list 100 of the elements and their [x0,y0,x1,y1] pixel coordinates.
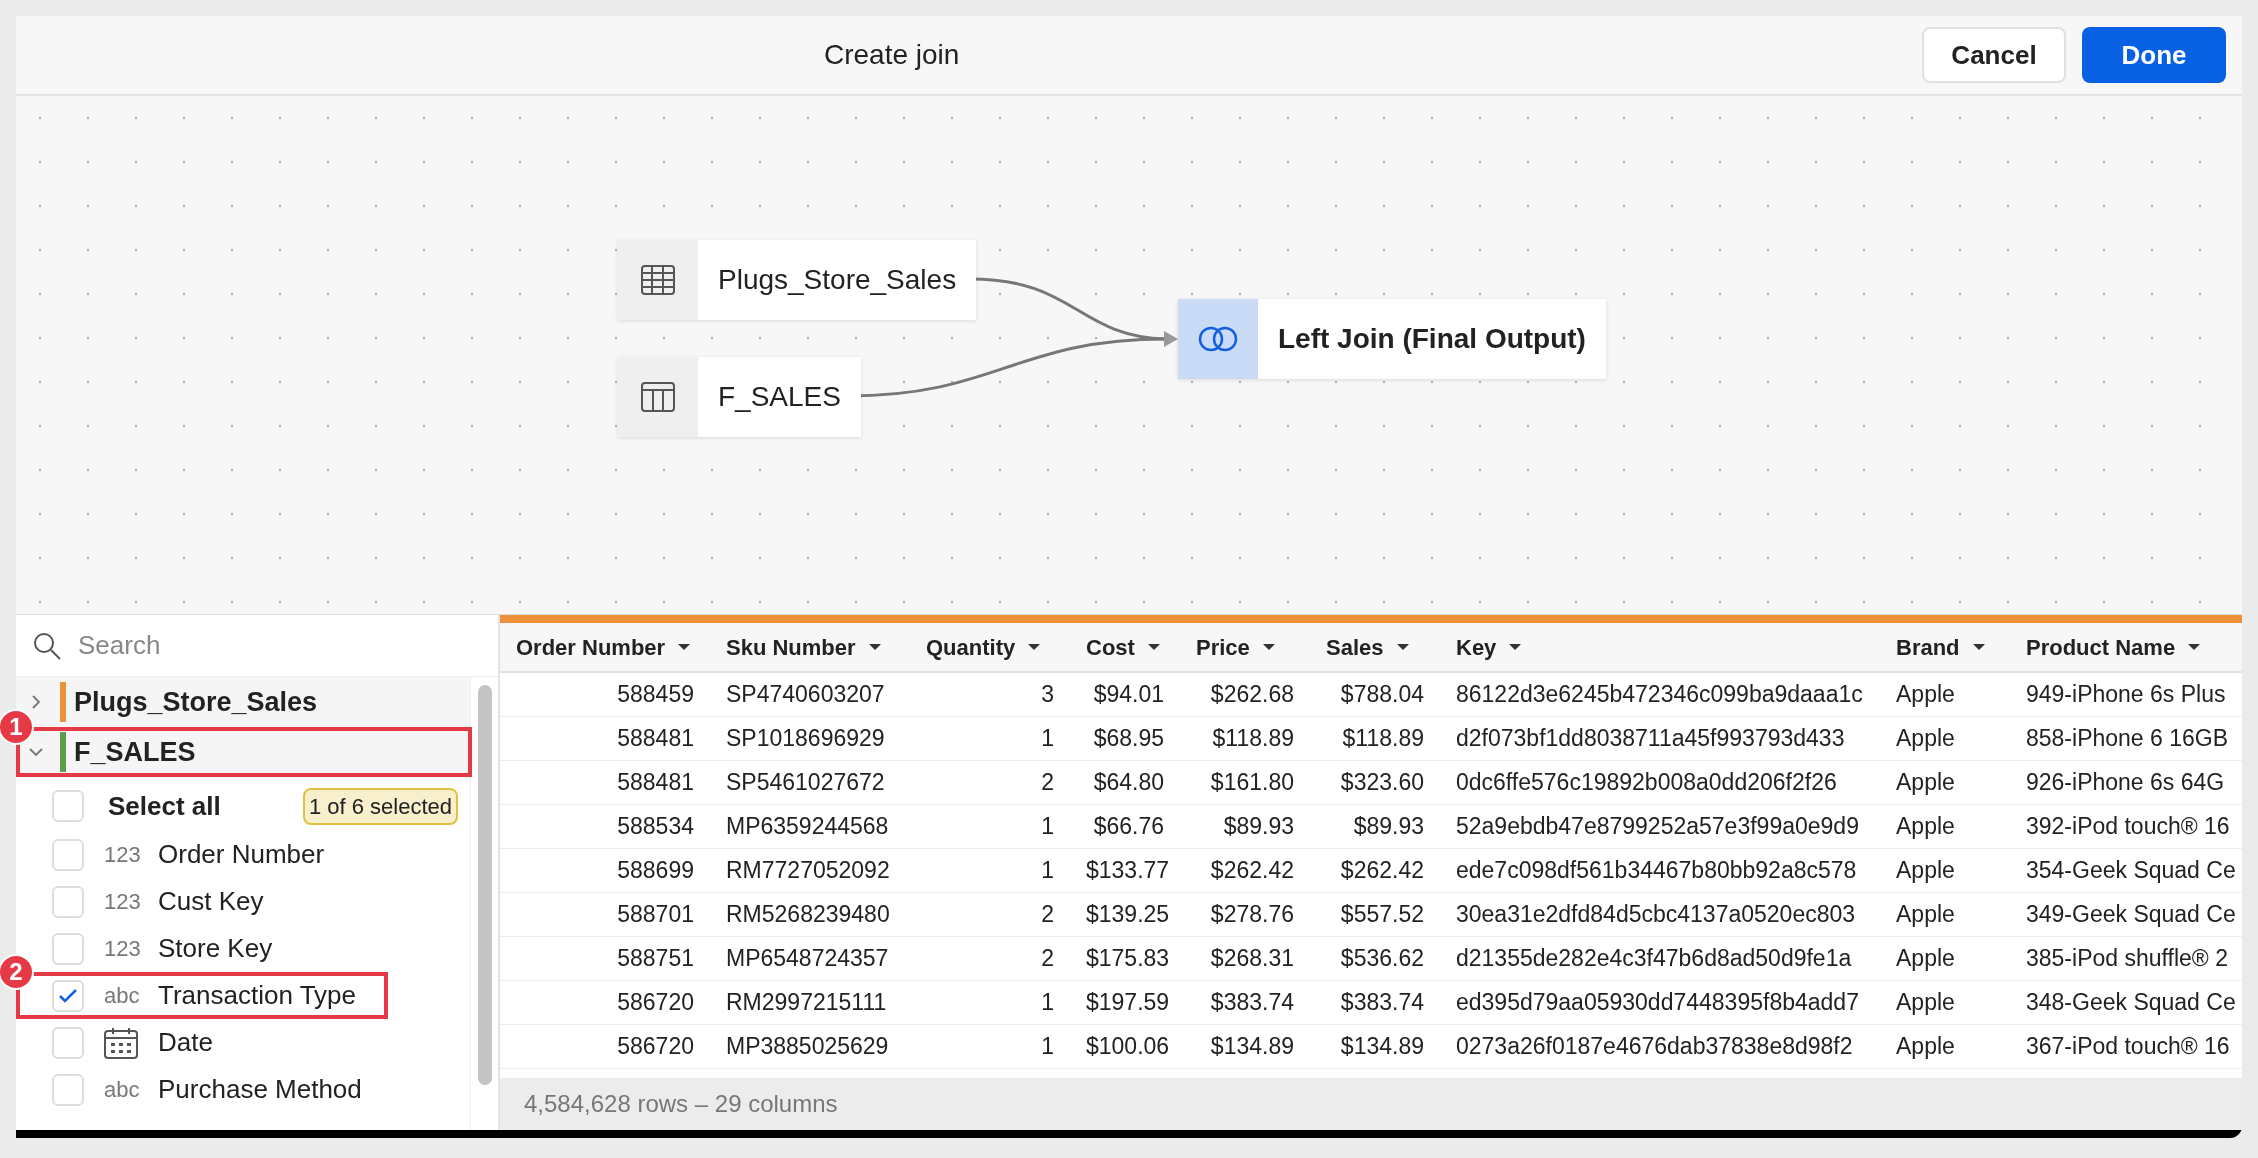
table-cell-text: 367-iPod touch® 16 [2025,1032,2231,1062]
table-cell-text: 2 [1040,900,1055,930]
sort-caret-icon[interactable] [2187,643,2202,651]
column-header[interactable]: Sales [1310,630,1440,664]
source-name: F_SALES [74,735,196,769]
checkbox[interactable] [52,838,84,871]
cancel-button[interactable]: Cancel [1922,27,2066,83]
table-cell-text: 949-iPhone 6s Plus [2025,680,2227,710]
search-input[interactable]: Search [78,626,366,665]
sort-caret-icon[interactable] [677,643,692,651]
field-row[interactable]: abc Transaction Type [36,972,386,1019]
table-cell-text: $134.89 [1209,1032,1295,1062]
field-row[interactable]: Date [36,1019,386,1066]
table-cell-text: Apple [1895,768,1956,798]
checkbox[interactable] [52,1026,84,1059]
column-header[interactable]: Quantity [910,630,1070,664]
sort-caret-icon[interactable] [1971,643,1986,651]
table-cell-text: 588701 [616,900,695,930]
table-cell-text: 1 [1040,724,1055,754]
checkbox[interactable] [52,885,84,918]
table-cell-text: SP5461027672 [725,768,886,798]
table-cell-text: 586720 [616,1032,695,1062]
table-cell-text: $323.60 [1339,768,1425,798]
column-header[interactable]: Sku Number [710,630,910,664]
field-name: Cust Key [158,885,264,918]
table-cell-text: 30ea31e2dfd84d5cbc4137a0520ec803 [1455,900,1857,930]
field-row[interactable]: 123 Order Number [36,831,386,878]
table-cell-text: Apple [1895,856,1956,886]
table-cell-text: $118.89 [1341,724,1425,754]
selected-count-badge: 1 of 6 selected [302,787,458,825]
field-name: Transaction Type [158,979,356,1012]
column-header[interactable]: Product Name [2010,630,2240,664]
checkbox[interactable] [52,979,84,1012]
table-cell-text: $118.89 [1211,724,1295,754]
table-cell-text: ed395d79aa05930dd7448395f8b4add7 [1455,988,1860,1018]
dialog-title: Create join [824,38,960,72]
table-cell-text: 354-Geek Squad Ce [2025,856,2237,886]
table-cell-text: 1 [1040,988,1055,1018]
source-name: Plugs_Store_Sales [74,685,318,719]
table-cell-text: $278.76 [1209,900,1295,930]
table-cell-text: 1 [1040,812,1055,842]
column-header[interactable]: Brand [1880,630,2010,664]
sort-caret-icon[interactable] [1508,643,1523,651]
field-row[interactable]: abc Purchase Method [36,1066,386,1113]
table-cell-text: d21355de282e4c3f47b6d8ad50d9fe1a [1455,944,1853,974]
table-cell-text: 349-Geek Squad Ce [2025,900,2237,930]
table-cell-text: $64.80 [1092,768,1165,798]
table-cell-text: 392-iPod touch® 16 [2025,812,2231,842]
field-type-label: 123 [104,888,142,916]
diagram-node[interactable]: Plugs_Store_Sales [618,240,977,320]
table-cell-text: Apple [1895,988,1956,1018]
table-cell-text: 588481 [616,768,695,798]
table-cell-text: 588699 [616,856,695,886]
table-cell-text: MP3885025629 [725,1032,890,1062]
table-cell-text: $134.89 [1339,1032,1425,1062]
columns-icon [641,382,675,412]
table-cell-text: $161.80 [1209,768,1295,798]
row-count-footer: 4,584,628 rows – 29 columns [524,1086,838,1122]
table-cell-text: $197.59 [1085,988,1171,1018]
sort-caret-icon[interactable] [1261,643,1276,651]
scrollbar-thumb[interactable] [477,685,492,1085]
table-cell-text: RM7727052092 [725,856,891,886]
field-row[interactable]: 123 Cust Key [36,878,386,925]
table-cell-text: 588751 [616,944,695,974]
table-cell-text: SP1018696929 [725,724,886,754]
table-cell-text: 588534 [616,812,695,842]
table-cell-text: Apple [1895,680,1956,710]
field-type-label: abc [104,1076,141,1104]
sort-caret-icon[interactable] [1027,643,1042,651]
field-row[interactable]: 123 Store Key [36,925,386,972]
join-circles-icon [1197,326,1239,352]
field-name: Order Number [158,838,325,871]
column-header[interactable]: Order Number [500,630,710,664]
table-cell-text: Apple [1895,724,1956,754]
checkbox[interactable] [52,790,84,822]
checkbox[interactable] [52,932,84,965]
calendar-icon [104,1026,138,1059]
table-icon [641,265,675,295]
column-header[interactable]: Cost [1070,630,1180,664]
diagram-node[interactable]: Left Join (Final Output) [1178,299,1606,379]
done-button[interactable]: Done [2082,27,2226,83]
table-cell-text: $262.68 [1209,680,1295,710]
table-cell-text: $139.25 [1085,900,1171,930]
checkbox[interactable] [52,1073,84,1106]
table-cell-text: 0dc6ffe576c19892b008a0dd206f2f26 [1455,768,1838,798]
sort-caret-icon[interactable] [1146,643,1161,651]
field-name: Purchase Method [158,1073,362,1106]
sort-caret-icon[interactable] [1395,643,1410,651]
table-cell-text: 52a9ebdb47e8799252a57e3f99a0e9d9 [1455,812,1860,842]
table-cell-text: Apple [1895,944,1956,974]
table-cell-text: $68.95 [1092,724,1165,754]
table-cell-text: RM2997215111 [725,988,888,1018]
column-header[interactable]: Price [1180,630,1310,664]
table-cell-text: 858-iPhone 6 16GB [2025,724,2230,754]
table-cell-text: SP4740603207 [725,680,886,710]
field-type-label: abc [104,982,141,1010]
table-cell-text: $175.83 [1085,944,1171,974]
sort-caret-icon[interactable] [867,643,882,651]
diagram-node[interactable]: F_SALES [618,357,861,437]
column-header[interactable]: Key [1440,630,1880,664]
